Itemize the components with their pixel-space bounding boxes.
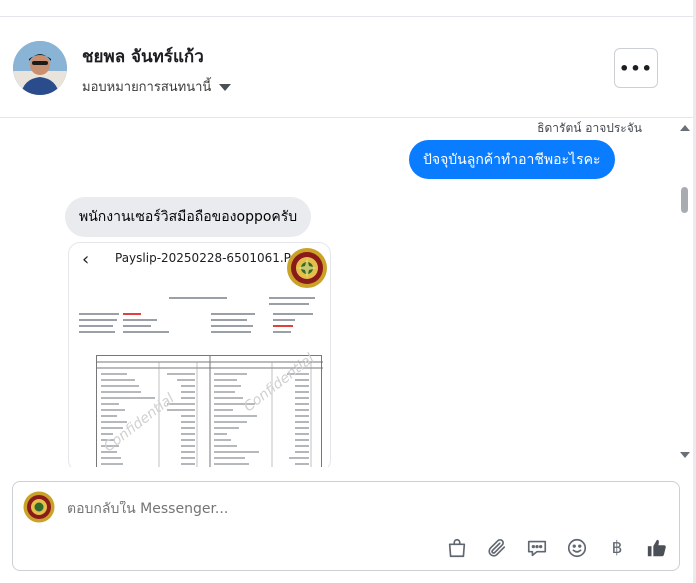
page-avatar: [23, 491, 55, 523]
payslip-image-attachment[interactable]: ‹ Payslip-20250228-6501061.Pdf Confident…: [68, 242, 331, 467]
back-arrow-icon: ‹: [82, 249, 90, 270]
more-options-button[interactable]: •••: [614, 48, 658, 88]
chat-bubble-icon[interactable]: [525, 536, 549, 560]
reply-composer: ฿: [12, 481, 680, 571]
thumbs-up-icon[interactable]: [645, 536, 669, 560]
outgoing-message-text: ปัจจุบันลูกค้าทำอาชีพอะไรคะ: [423, 151, 601, 168]
reply-input[interactable]: [67, 501, 567, 517]
scroll-up-arrow-icon[interactable]: [680, 125, 690, 131]
seal-logo-icon: [287, 248, 327, 288]
chevron-down-icon: [219, 83, 232, 91]
contact-name[interactable]: ชยพล จันทร์แก้ว: [82, 43, 204, 70]
conversation-header: ชยพล จันทร์แก้ว มอบหมายการสนทนานี้ •••: [0, 18, 693, 118]
incoming-message-text: พนักงานเซอร์วิสมือถือของoppoครับ: [79, 209, 298, 225]
sender-name: ธิดารัตน์ อาจประจัน: [537, 121, 642, 135]
outgoing-message-bubble[interactable]: ปัจจุบันลูกค้าทำอาชีพอะไรคะ: [409, 140, 615, 179]
scroll-thumb[interactable]: [681, 187, 688, 213]
message-thread: ธิดารัตน์ อาจประจัน ปัจจุบันลูกค้าทำอาชี…: [0, 119, 676, 467]
thread-scrollbar[interactable]: [676, 119, 693, 467]
payslip-document-preview: Confidential Confidential: [69, 295, 330, 467]
attachment-title: Payslip-20250228-6501061.Pdf: [115, 251, 303, 265]
more-icon: •••: [619, 58, 653, 78]
assign-label: มอบหมายการสนทนานี้: [82, 80, 212, 95]
composer-toolbar: ฿: [445, 534, 669, 562]
baht-icon[interactable]: ฿: [605, 536, 629, 560]
shopping-bag-icon[interactable]: [445, 536, 469, 560]
assign-conversation-dropdown[interactable]: มอบหมายการสนทนานี้: [82, 76, 232, 97]
top-divider: [0, 0, 696, 17]
contact-avatar[interactable]: [13, 41, 67, 95]
emoji-icon[interactable]: [565, 536, 589, 560]
incoming-message-bubble[interactable]: พนักงานเซอร์วิสมือถือของoppoครับ: [65, 197, 312, 237]
paperclip-icon[interactable]: [485, 536, 509, 560]
scroll-down-arrow-icon[interactable]: [680, 452, 690, 458]
